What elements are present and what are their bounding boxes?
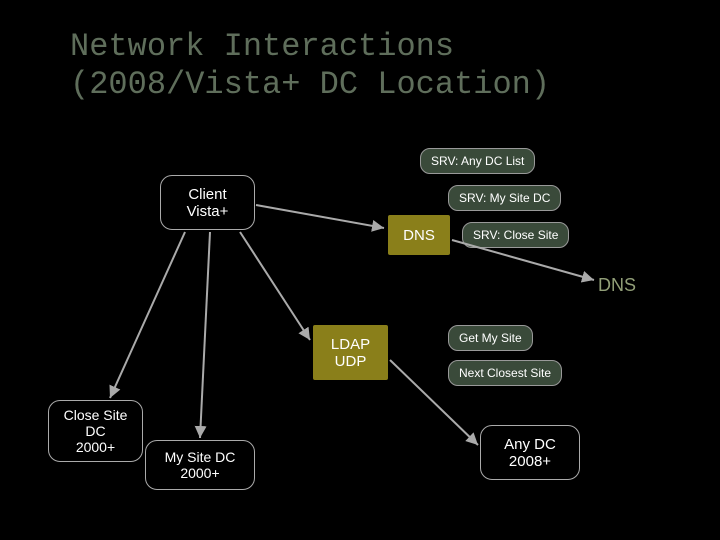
tag-srv-any-text: SRV: Any DC List — [431, 154, 524, 168]
mysite-line2: 2000+ — [180, 465, 219, 481]
ldap-line1: LDAP — [331, 336, 370, 353]
tag-srv-close-text: SRV: Close Site — [473, 228, 558, 242]
tag-next-closest-text: Next Closest Site — [459, 366, 551, 380]
close-line2: DC — [85, 423, 105, 439]
anydc-line1: Any DC — [504, 436, 556, 453]
dns-right-label: DNS — [598, 275, 636, 296]
title-line2: (2008/Vista+ DC Location) — [70, 66, 550, 103]
tag-srv-any: SRV: Any DC List — [420, 148, 535, 174]
tag-get-mysite-text: Get My Site — [459, 331, 522, 345]
slide-title: Network Interactions (2008/Vista+ DC Loc… — [70, 28, 550, 105]
ldap-line2: UDP — [335, 353, 367, 370]
node-client: Client Vista+ — [160, 175, 255, 230]
close-line3: 2000+ — [76, 439, 115, 455]
tag-next-closest: Next Closest Site — [448, 360, 562, 386]
node-dns: DNS — [388, 215, 450, 255]
dns-right-text: DNS — [598, 275, 636, 295]
anydc-line2: 2008+ — [509, 453, 551, 470]
tag-srv-mysite-text: SRV: My Site DC — [459, 191, 550, 205]
client-line1: Client — [188, 186, 226, 203]
tag-get-mysite: Get My Site — [448, 325, 533, 351]
tag-srv-close: SRV: Close Site — [462, 222, 569, 248]
node-ldap: LDAP UDP — [313, 325, 388, 380]
tag-srv-mysite: SRV: My Site DC — [448, 185, 561, 211]
close-line1: Close Site — [64, 407, 128, 423]
title-line1: Network Interactions — [70, 28, 454, 65]
node-any-dc: Any DC 2008+ — [480, 425, 580, 480]
node-my-site-dc: My Site DC 2000+ — [145, 440, 255, 490]
node-close-site-dc: Close Site DC 2000+ — [48, 400, 143, 462]
client-line2: Vista+ — [187, 203, 229, 220]
dns-label: DNS — [403, 227, 435, 244]
mysite-line1: My Site DC — [165, 449, 236, 465]
